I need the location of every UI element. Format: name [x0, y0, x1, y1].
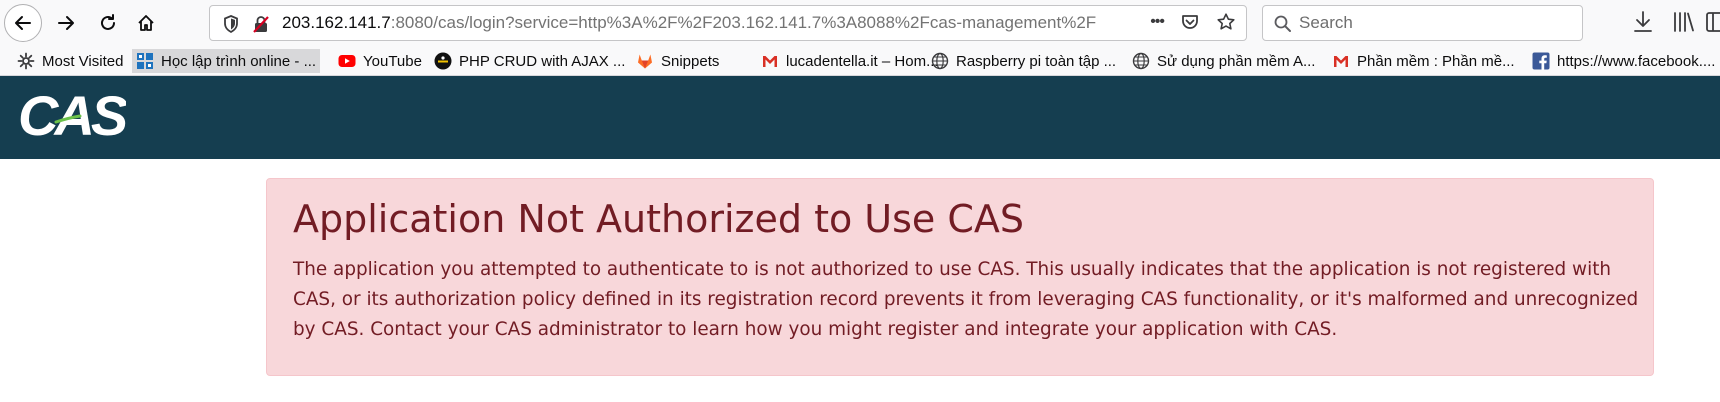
bookmark-su-dung-phan-mem[interactable]: Sử dụng phần mềm A... [1128, 49, 1319, 73]
gmail-icon [761, 52, 779, 70]
cas-logo[interactable]: CAS [16, 82, 126, 146]
pocket-icon[interactable] [1180, 12, 1200, 32]
bookmark-label: https://www.facebook.... [1557, 52, 1716, 70]
download-icon[interactable] [1632, 9, 1654, 35]
bookmark-label: Sử dụng phần mềm A... [1157, 52, 1316, 70]
reload-icon [101, 14, 115, 30]
forward-button[interactable] [47, 4, 85, 42]
home-icon [138, 15, 154, 31]
bookmark-phan-mem[interactable]: Phần mềm : Phần mề... [1328, 49, 1519, 73]
search-input[interactable] [1299, 10, 1569, 36]
bookmark-label: Học lập trình online - ... [161, 52, 317, 70]
home-button[interactable] [127, 4, 165, 42]
bookmark-raspberry-pi[interactable]: Raspberry pi toàn tập ... [927, 49, 1120, 73]
alert-message: The application you attempted to authent… [293, 259, 1639, 340]
bookmark-label: Most Visited [42, 52, 124, 70]
gmail-icon [1332, 52, 1350, 70]
bookmark-snippets[interactable]: Snippets [632, 49, 723, 73]
reload-button[interactable] [89, 4, 127, 42]
bookmarks-toolbar: Most Visited Học lập trình online - ... … [0, 46, 1720, 76]
bookmark-label: YouTube [363, 52, 422, 70]
insecure-lock-icon[interactable] [252, 14, 270, 34]
arrow-left-icon [15, 16, 31, 30]
gear-icon [17, 52, 35, 70]
bookmark-facebook[interactable]: https://www.facebook.... [1528, 49, 1719, 73]
page-actions-button[interactable]: ••• [1150, 13, 1165, 31]
facebook-icon [1532, 52, 1550, 70]
cas-header: CAS [0, 76, 1720, 159]
bookmark-label: Phần mềm : Phần mề... [1357, 52, 1515, 70]
sidebar-icon[interactable] [1706, 9, 1720, 35]
grid-icon [136, 52, 154, 70]
bookmark-youtube[interactable]: YouTube [334, 49, 426, 73]
bookmark-most-visited[interactable]: Most Visited [13, 49, 127, 73]
shield-icon[interactable] [222, 14, 240, 34]
bookmark-lucadentella[interactable]: lucadentella.it – Hom... [757, 49, 943, 73]
alert-title: Application Not Authorized to Use CAS [293, 197, 1025, 241]
bookmark-star-icon[interactable] [1216, 12, 1236, 32]
svg-text:CAS: CAS [18, 84, 126, 146]
youtube-icon [338, 52, 356, 70]
search-icon [1274, 15, 1291, 32]
globe-icon [931, 52, 949, 70]
arrow-right-icon [58, 16, 74, 30]
php-icon [434, 52, 452, 70]
globe-icon [1132, 52, 1150, 70]
library-icon[interactable] [1672, 9, 1696, 35]
bookmark-php-crud[interactable]: PHP CRUD with AJAX ... [430, 49, 629, 73]
search-bar[interactable] [1262, 5, 1583, 41]
bookmark-label: PHP CRUD with AJAX ... [459, 52, 626, 70]
url-bar[interactable]: 203.162.141.7:8080/cas/login?service=htt… [209, 5, 1247, 41]
url-path: :8080/cas/login?service=http%3A%2F%2F203… [390, 13, 1097, 32]
bookmark-label: Raspberry pi toàn tập ... [956, 52, 1117, 70]
bookmark-label: Snippets [661, 52, 720, 70]
bookmark-label: lucadentella.it – Hom... [786, 52, 939, 70]
bookmark-hoc-lap-trinh[interactable]: Học lập trình online - ... [132, 49, 321, 73]
gitlab-icon [636, 52, 654, 70]
error-alert: Application Not Authorized to Use CAS Th… [266, 178, 1654, 376]
back-button[interactable] [4, 4, 42, 42]
url-host: 203.162.141.7 [282, 13, 391, 32]
browser-toolbar: 203.162.141.7:8080/cas/login?service=htt… [0, 0, 1720, 46]
url-text[interactable]: 203.162.141.7:8080/cas/login?service=htt… [282, 13, 1096, 33]
